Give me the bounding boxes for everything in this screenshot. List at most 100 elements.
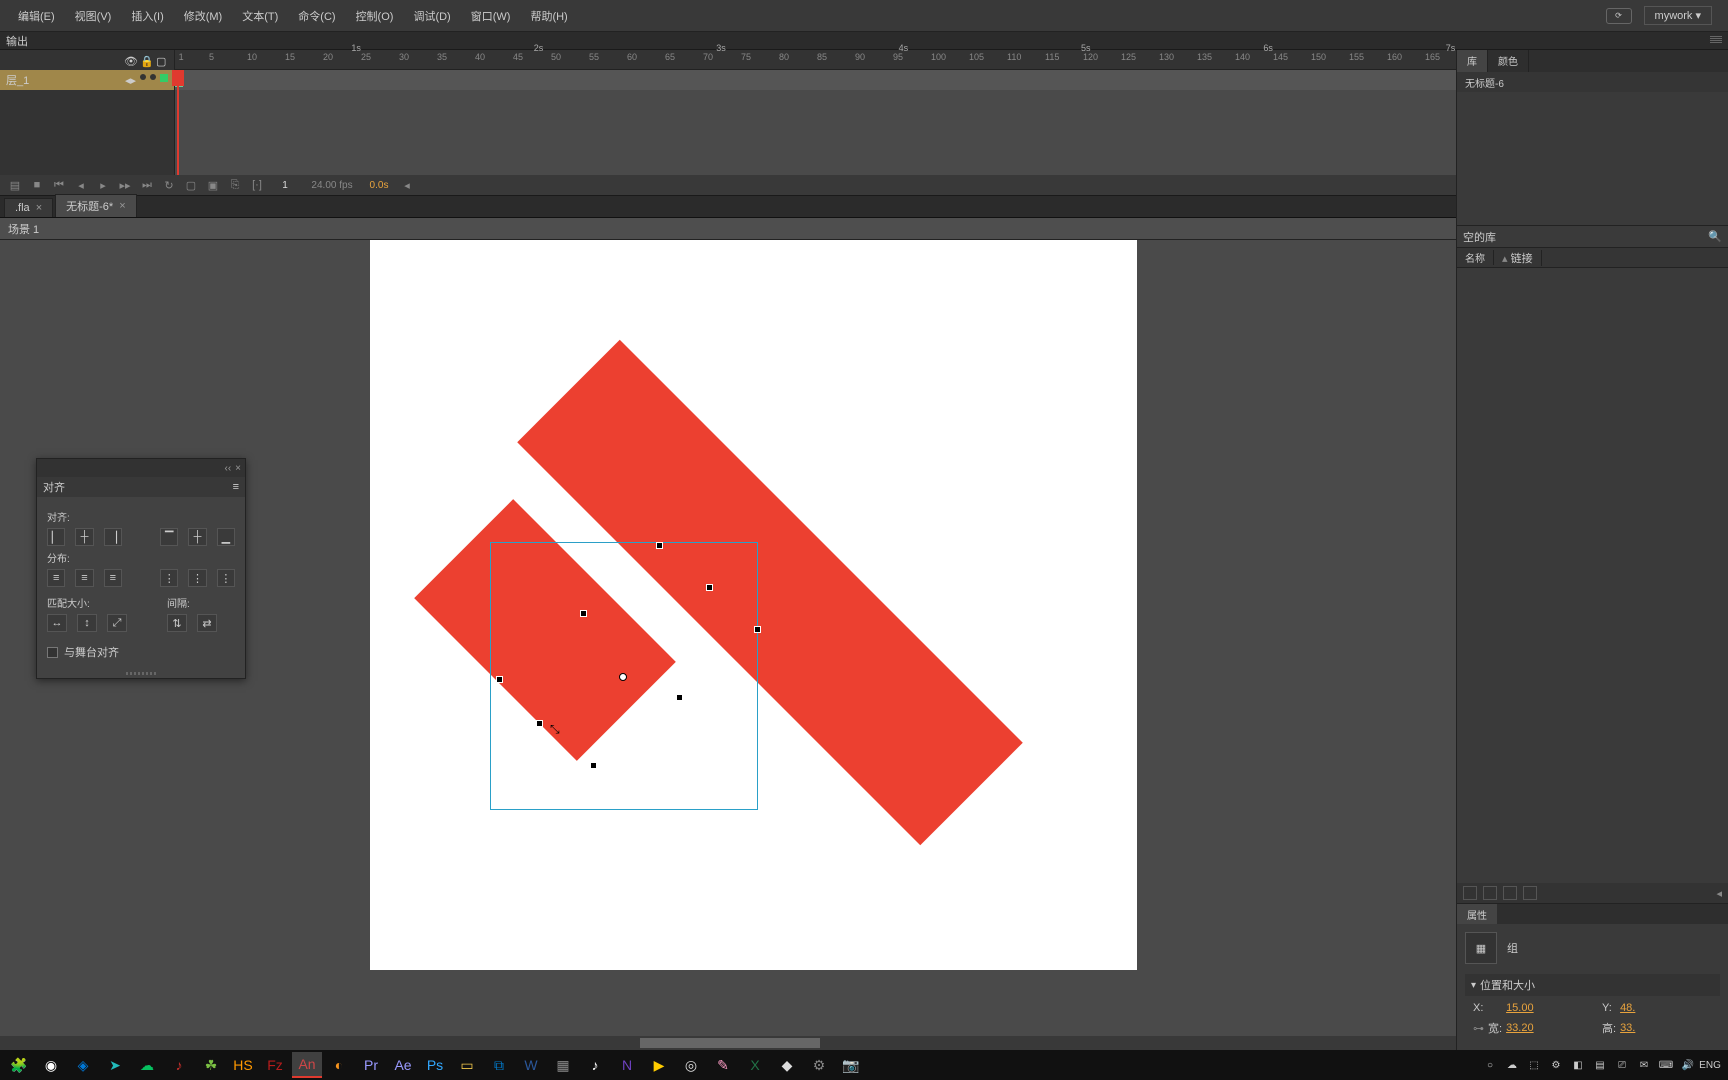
align-left-button[interactable]: ▏ xyxy=(47,528,65,546)
scene-label[interactable]: 场景 1 xyxy=(8,221,39,237)
menu-view[interactable]: 视图(V) xyxy=(65,4,122,28)
tray-icon[interactable]: ENG xyxy=(1702,1057,1718,1073)
lib-col-name[interactable]: 名称 xyxy=(1457,250,1494,265)
taskbar-app-gear[interactable]: ⚙ xyxy=(804,1052,834,1078)
color-tab[interactable]: 颜色 xyxy=(1488,50,1529,72)
x-value[interactable]: 15.00 xyxy=(1506,1002,1598,1014)
taskbar-app-paint[interactable]: ✎ xyxy=(708,1052,738,1078)
tray-icon[interactable]: ⬚ xyxy=(1526,1057,1542,1073)
taskbar-app-tiles[interactable]: ▦ xyxy=(548,1052,578,1078)
taskbar-app-music[interactable]: ♪ xyxy=(164,1052,194,1078)
windows-taskbar[interactable]: 🧩◉◈➤☁♪☘HSFzAn◐PrAePs▭⧉W▦♪N▶◎✎X◆⚙📷 ○☁⬚⚙◧▤… xyxy=(0,1050,1728,1080)
onion3-icon[interactable]: ⎘ xyxy=(226,178,244,192)
lock-icon[interactable]: 🔒 xyxy=(140,55,150,65)
horizontal-scrollbar[interactable] xyxy=(0,1036,1456,1050)
taskbar-app-hs[interactable]: HS xyxy=(228,1052,258,1078)
document-tab[interactable]: .fla× xyxy=(4,198,53,217)
taskbar-app-excel[interactable]: X xyxy=(740,1052,770,1078)
scroll-left-icon[interactable]: ◂ xyxy=(398,178,416,192)
taskbar-app-fz[interactable]: Fz xyxy=(260,1052,290,1078)
h-value[interactable]: 33. xyxy=(1620,1022,1712,1034)
align-top-button[interactable]: ▔ xyxy=(160,528,178,546)
layer-vis-dot[interactable] xyxy=(140,74,146,80)
fps-display[interactable]: 24.00 fps xyxy=(304,180,360,191)
go-last-icon[interactable]: ⏭ xyxy=(138,178,156,192)
menu-command[interactable]: 命令(C) xyxy=(288,4,345,28)
taskbar-app-wechat[interactable]: ☁ xyxy=(132,1052,162,1078)
tray-icon[interactable]: ☁ xyxy=(1504,1057,1520,1073)
library-document-select[interactable]: 无标题-6 xyxy=(1457,72,1728,92)
align-vcenter-button[interactable]: ┼ xyxy=(188,528,206,546)
scrollbar-thumb[interactable] xyxy=(640,1038,820,1048)
menu-edit[interactable]: 编辑(E) xyxy=(8,4,65,28)
layer-outline-swatch[interactable] xyxy=(160,74,168,82)
document-tab[interactable]: 无标题-6*× xyxy=(55,194,137,217)
taskbar-app-camera[interactable]: 📷 xyxy=(836,1052,866,1078)
taskbar-app-ps[interactable]: Ps xyxy=(420,1052,450,1078)
properties-tab[interactable]: 属性 xyxy=(1457,904,1497,924)
dist-bottom-button[interactable]: ≡ xyxy=(104,569,122,587)
tray-icon[interactable]: ⚙ xyxy=(1548,1057,1564,1073)
align-panel[interactable]: ‹‹ × 对齐 ≡ 对齐: ▏ ┼ ▕ ▔ ┼ ▁ 分布: ≡ ≡ ≡ ⋮ ⋮ … xyxy=(36,458,246,679)
lib-col-link[interactable]: ▴ 链接 xyxy=(1494,250,1542,266)
marker-icon[interactable]: [·] xyxy=(248,178,266,192)
space-v-button[interactable]: ⇅ xyxy=(167,614,187,632)
panel-menu-icon[interactable]: ≡ xyxy=(233,481,239,493)
selection-bounding-box[interactable] xyxy=(490,542,758,810)
transform-handle[interactable] xyxy=(754,626,761,633)
outline-icon[interactable]: ▢ xyxy=(156,55,166,65)
tray-icon[interactable]: ▤ xyxy=(1592,1057,1608,1073)
close-icon[interactable]: × xyxy=(235,463,241,474)
close-icon[interactable]: × xyxy=(119,200,125,212)
properties-icon[interactable] xyxy=(1503,886,1517,900)
taskbar-app-nox[interactable]: N xyxy=(612,1052,642,1078)
sync-icon[interactable]: ⟳ xyxy=(1606,8,1632,24)
match-both-button[interactable]: ⤢ xyxy=(107,614,127,632)
library-tab[interactable]: 库 xyxy=(1457,50,1488,72)
tray-icon[interactable]: ⎚ xyxy=(1614,1057,1630,1073)
taskbar-app-eclipse[interactable]: ◐ xyxy=(324,1052,354,1078)
tray-icon[interactable]: ⌨ xyxy=(1658,1057,1674,1073)
tray-icon[interactable]: ○ xyxy=(1482,1057,1498,1073)
space-h-button[interactable]: ⇄ xyxy=(197,614,217,632)
onion-icon[interactable]: ▢ xyxy=(182,178,200,192)
chevron-left-icon[interactable]: ◂ xyxy=(1716,887,1722,900)
dist-left-button[interactable]: ⋮ xyxy=(160,569,178,587)
dist-vcenter-button[interactable]: ≡ xyxy=(75,569,93,587)
layer-row[interactable]: 层_1 ◂▸ xyxy=(0,70,174,90)
taskbar-app-douyin[interactable]: ♪ xyxy=(580,1052,610,1078)
taskbar-app-vscode[interactable]: ⧉ xyxy=(484,1052,514,1078)
y-value[interactable]: 48. xyxy=(1620,1002,1712,1014)
link-icon[interactable]: ⊶ xyxy=(1473,1023,1484,1035)
transform-handle[interactable] xyxy=(676,694,683,701)
transform-handle[interactable] xyxy=(496,676,503,683)
menu-insert[interactable]: 插入(I) xyxy=(121,4,173,28)
taskbar-app-send[interactable]: ➤ xyxy=(100,1052,130,1078)
tray-icon[interactable]: ✉ xyxy=(1636,1057,1652,1073)
match-height-button[interactable]: ↕ xyxy=(77,614,97,632)
position-size-header[interactable]: ▾ 位置和大小 xyxy=(1465,974,1720,996)
menu-modify[interactable]: 修改(M) xyxy=(174,4,233,28)
align-hcenter-button[interactable]: ┼ xyxy=(75,528,93,546)
panel-titlebar[interactable]: ‹‹ × xyxy=(37,459,245,477)
dist-right-button[interactable]: ⋮ xyxy=(217,569,235,587)
taskbar-app-puzzle[interactable]: 🧩 xyxy=(4,1052,34,1078)
current-frame[interactable]: 1 xyxy=(270,180,300,191)
w-value[interactable]: 33.20 xyxy=(1506,1022,1598,1034)
workspace-switcher[interactable]: mywork ▾ xyxy=(1644,6,1712,25)
panel-resize-grip[interactable] xyxy=(37,668,245,678)
menu-window[interactable]: 窗口(W) xyxy=(461,4,521,28)
go-first-icon[interactable]: ⏮ xyxy=(50,178,68,192)
dist-top-button[interactable]: ≡ xyxy=(47,569,65,587)
loop-icon[interactable]: ↻ xyxy=(160,178,178,192)
align-bottom-button[interactable]: ▁ xyxy=(217,528,235,546)
camera-icon[interactable]: ■ xyxy=(28,178,46,192)
tray-icon[interactable]: 🔊 xyxy=(1680,1057,1696,1073)
visibility-icon[interactable]: 👁 xyxy=(124,55,134,65)
checkbox-icon[interactable] xyxy=(47,647,58,658)
tray-icon[interactable]: ◧ xyxy=(1570,1057,1586,1073)
menu-control[interactable]: 控制(O) xyxy=(346,4,404,28)
transform-handle[interactable] xyxy=(706,584,713,591)
taskbar-app-ae[interactable]: Ae xyxy=(388,1052,418,1078)
taskbar-app-game[interactable]: ▶ xyxy=(644,1052,674,1078)
